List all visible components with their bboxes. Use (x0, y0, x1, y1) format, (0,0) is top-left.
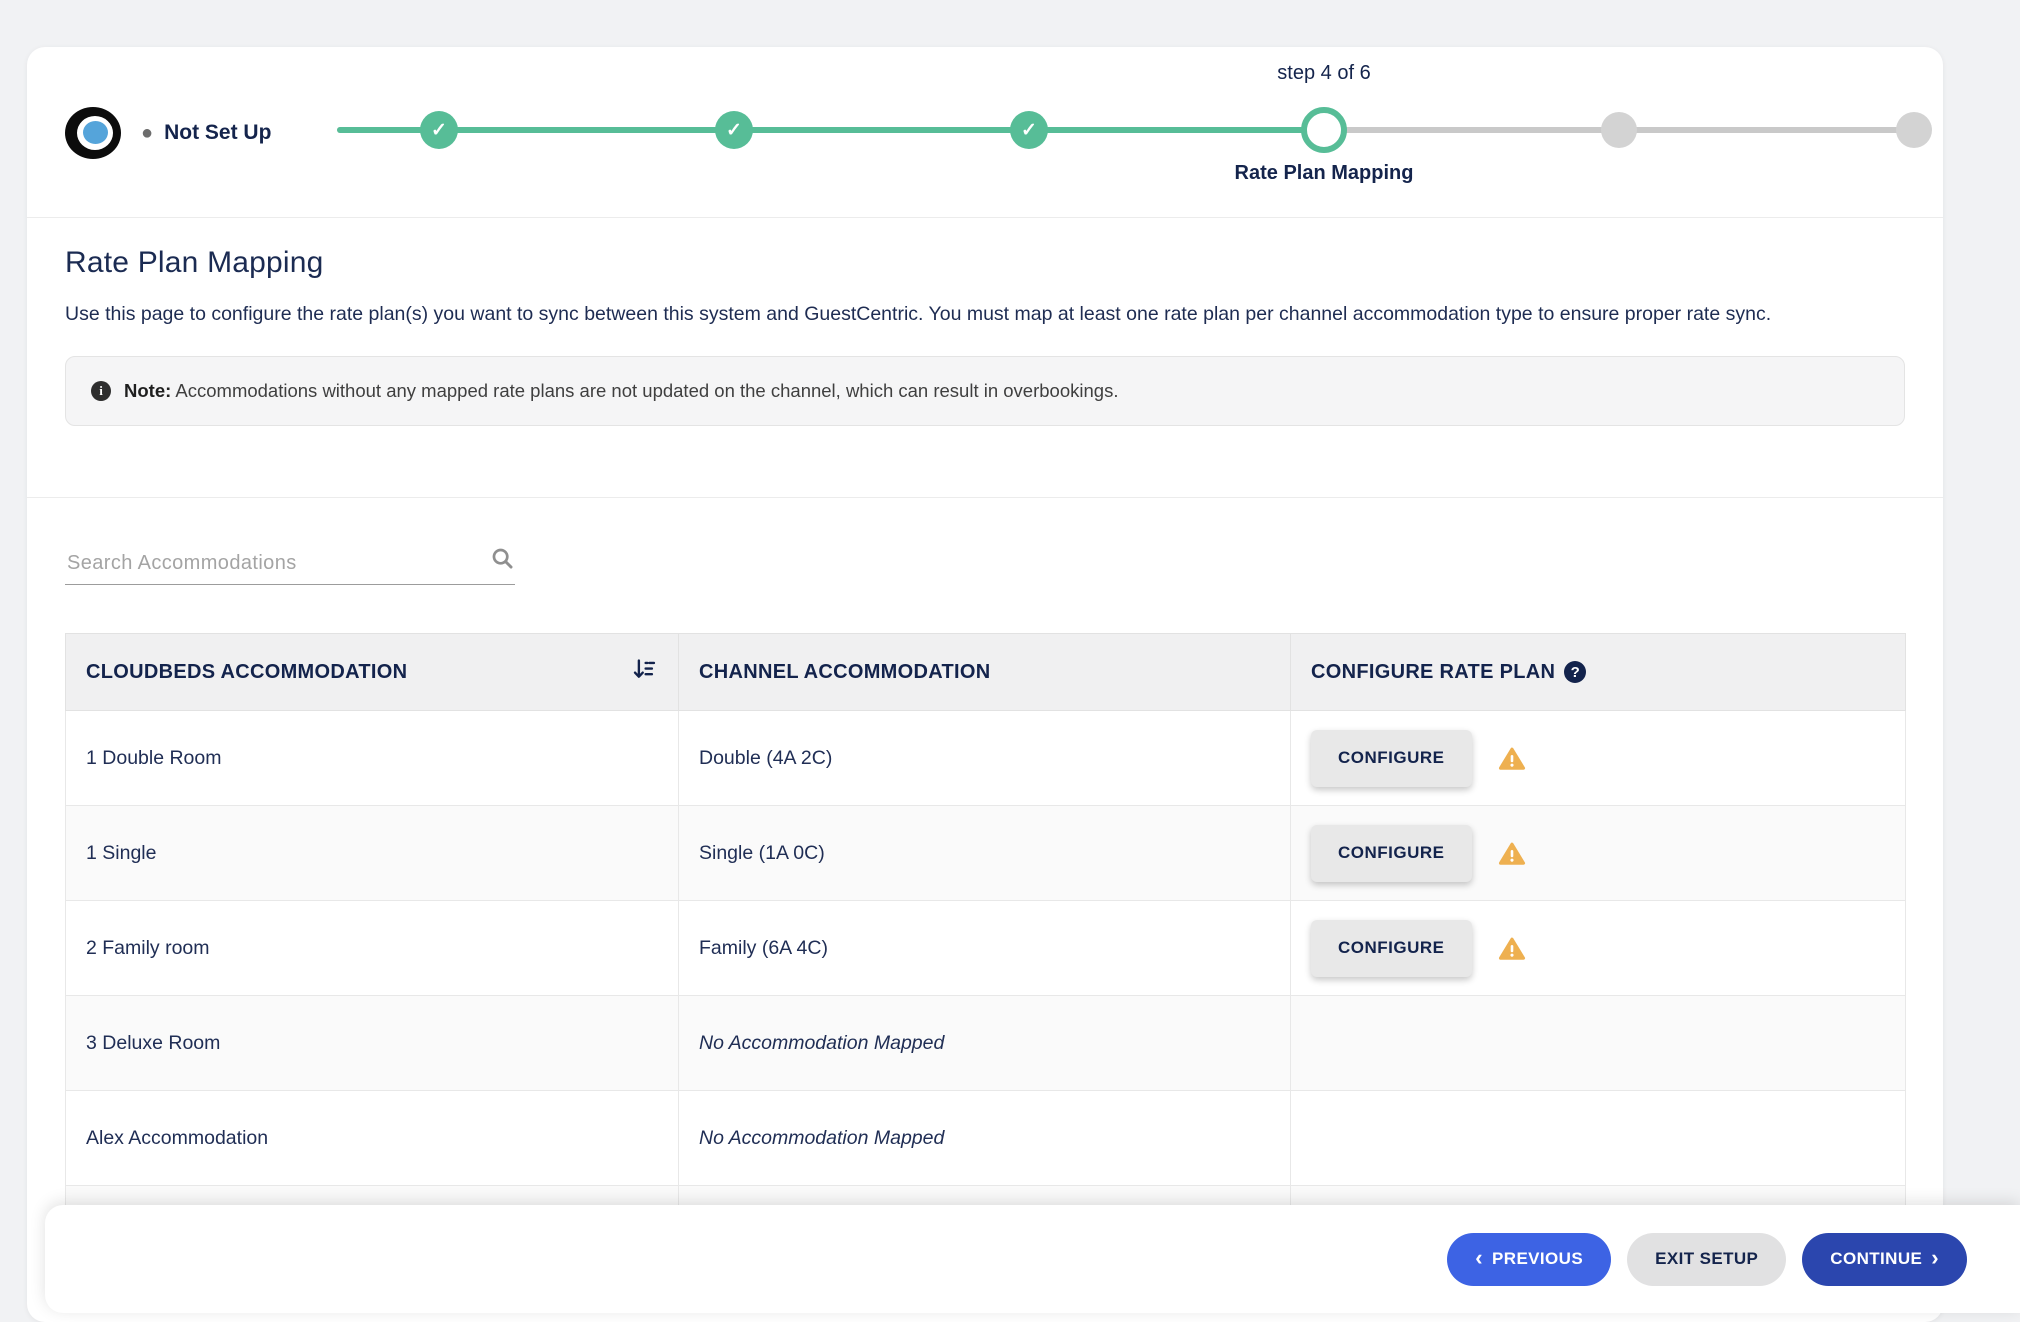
chevron-left-icon: ‹ (1475, 1247, 1483, 1269)
table-row: Alex Accommodation No Accommodation Mapp… (66, 1091, 1906, 1186)
table-body: 1 Double Room Double (4A 2C) CONFIGURE 1… (66, 711, 1906, 1281)
search-box (65, 535, 515, 585)
cloudbeds-accommodation-cell: Alex Accommodation (66, 1091, 679, 1186)
status-label: Not Set Up (164, 121, 271, 145)
table-row: 2 Family room Family (6A 4C) CONFIGURE (66, 901, 1906, 996)
search-input[interactable] (65, 551, 455, 576)
channel-accommodation-cell: Double (4A 2C) (679, 711, 1291, 806)
note-box: i Note: Accommodations without any mappe… (65, 356, 1905, 426)
note-label: Note: (124, 380, 171, 401)
chevron-right-icon: › (1931, 1247, 1939, 1269)
setup-stepper: step 4 of 6 Rate Plan Mapping ✓ ✓ ✓ (327, 60, 1937, 215)
column-header-configure: CONFIGURE RATE PLAN ? (1291, 634, 1906, 711)
cloudbeds-accommodation-cell: 3 Deluxe Room (66, 996, 679, 1091)
warning-icon (1498, 841, 1526, 866)
help-question-icon[interactable]: ? (1564, 661, 1586, 683)
info-icon: i (91, 381, 111, 401)
channel-status: ● Not Set Up (141, 121, 271, 145)
previous-button[interactable]: ‹ PREVIOUS (1447, 1233, 1611, 1286)
configure-cell: CONFIGURE (1311, 825, 1885, 882)
wizard-footer: ‹ PREVIOUS EXIT SETUP CONTINUE › (45, 1205, 2020, 1313)
configure-button[interactable]: CONFIGURE (1311, 825, 1472, 882)
wizard-header: ● Not Set Up step 4 of 6 Rate Plan Mappi… (27, 47, 1943, 218)
channel-brand: ● Not Set Up (65, 47, 271, 218)
cloudbeds-accommodation-cell: 1 Single (66, 806, 679, 901)
table-row: 3 Deluxe Room No Accommodation Mapped (66, 996, 1906, 1091)
table-row: 1 Double Room Double (4A 2C) CONFIGURE (66, 711, 1906, 806)
warning-icon (1498, 746, 1526, 771)
cloudbeds-accommodation-cell: 2 Family room (66, 901, 679, 996)
table-row: 1 Single Single (1A 0C) CONFIGURE (66, 806, 1906, 901)
setup-wizard-card: ● Not Set Up step 4 of 6 Rate Plan Mappi… (27, 47, 1943, 1322)
continue-button[interactable]: CONTINUE › (1802, 1233, 1967, 1286)
page-title: Rate Plan Mapping (65, 246, 1943, 280)
section-divider (27, 497, 1943, 498)
column-header-channel: CHANNEL ACCOMMODATION (679, 634, 1291, 711)
page-description: Use this page to configure the rate plan… (65, 297, 1905, 332)
configure-cell: CONFIGURE (1311, 920, 1885, 977)
configure-button[interactable]: CONFIGURE (1311, 730, 1472, 787)
step-4-circle (1301, 107, 1347, 153)
search-icon (490, 546, 515, 576)
step-indicator: step 4 of 6 (1277, 62, 1370, 85)
table-header-row: CLOUDBEDS ACCOMMODATION CHANNEL ACCOMMOD… (66, 634, 1906, 711)
sort-icon[interactable] (631, 656, 658, 688)
warning-icon (1498, 936, 1526, 961)
check-icon: ✓ (1021, 119, 1037, 142)
note-text: Accommodations without any mapped rate p… (175, 380, 1118, 401)
check-icon: ✓ (431, 119, 447, 142)
configure-cell: CONFIGURE (1311, 730, 1885, 787)
channel-accommodation-cell: No Accommodation Mapped (679, 1091, 1291, 1186)
channel-logo-icon (65, 107, 121, 159)
stepper-progress (337, 127, 1324, 133)
check-icon: ✓ (726, 119, 742, 142)
step-6-circle (1896, 112, 1932, 148)
exit-setup-button[interactable]: EXIT SETUP (1627, 1233, 1786, 1286)
channel-accommodation-cell: No Accommodation Mapped (679, 996, 1291, 1091)
status-dot-icon: ● (141, 123, 153, 143)
channel-accommodation-cell: Single (1A 0C) (679, 806, 1291, 901)
current-step-label: Rate Plan Mapping (1235, 162, 1414, 185)
step-2-circle: ✓ (715, 111, 753, 149)
configure-button[interactable]: CONFIGURE (1311, 920, 1472, 977)
accommodation-table: CLOUDBEDS ACCOMMODATION CHANNEL ACCOMMOD… (65, 633, 1905, 1281)
channel-accommodation-cell: Family (6A 4C) (679, 901, 1291, 996)
step-3-circle: ✓ (1010, 111, 1048, 149)
note-line: Note: Accommodations without any mapped … (124, 380, 1118, 402)
step-5-circle (1601, 112, 1637, 148)
column-header-cloudbeds: CLOUDBEDS ACCOMMODATION (66, 634, 679, 711)
cloudbeds-accommodation-cell: 1 Double Room (66, 711, 679, 806)
step-1-circle: ✓ (420, 111, 458, 149)
